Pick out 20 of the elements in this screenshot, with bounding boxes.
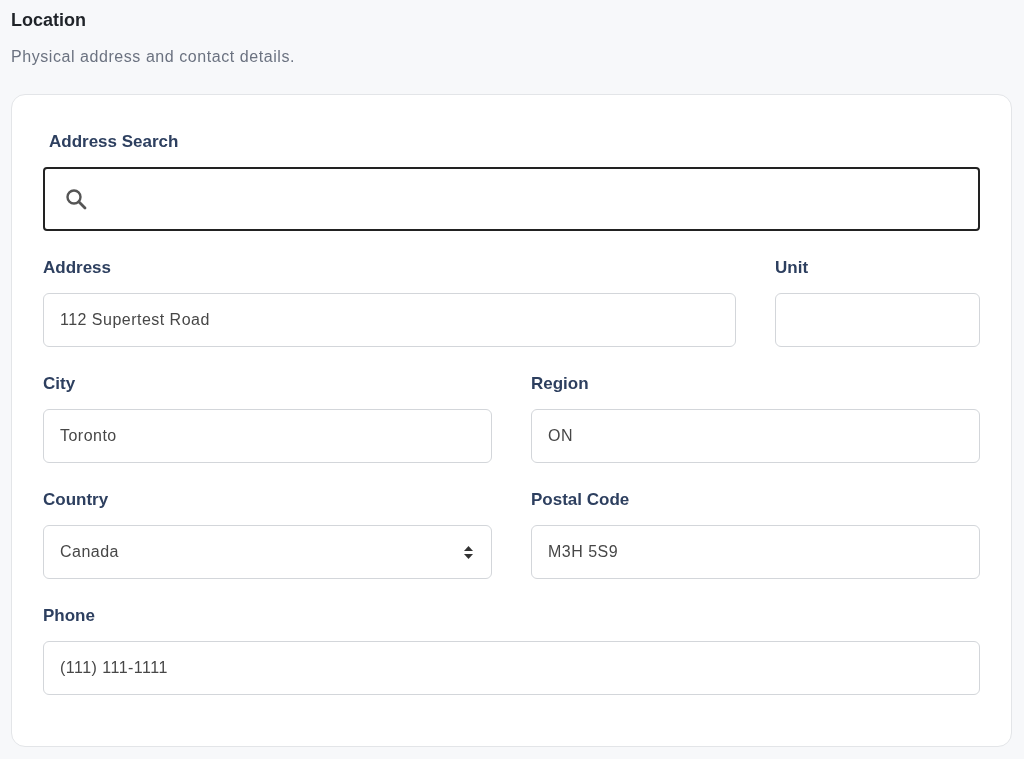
text-field[interactable] (775, 293, 980, 347)
text-field[interactable]: M3H 5S9 (531, 525, 980, 579)
sort-arrows-icon (464, 545, 473, 559)
text-field[interactable]: ON (531, 409, 980, 463)
search-icon (65, 188, 87, 210)
page-title: Location (11, 9, 86, 32)
field-label: Address (43, 257, 112, 279)
text-field[interactable]: 112 Supertest Road (43, 293, 736, 347)
field-label: City (43, 373, 76, 395)
select-field[interactable]: Canada (43, 525, 492, 579)
field-label: Unit (775, 257, 809, 279)
field-label: Phone (43, 605, 95, 627)
page-subtitle: Physical address and contact details. (11, 47, 295, 67)
field-label: Postal Code (531, 489, 630, 511)
field-label: Address Search (49, 131, 179, 153)
search-field[interactable] (43, 167, 980, 231)
field-label: Region (531, 373, 589, 395)
text-field[interactable]: Toronto (43, 409, 492, 463)
field-label: Country (43, 489, 109, 511)
text-field[interactable]: (111) 111-1111 (43, 641, 980, 695)
